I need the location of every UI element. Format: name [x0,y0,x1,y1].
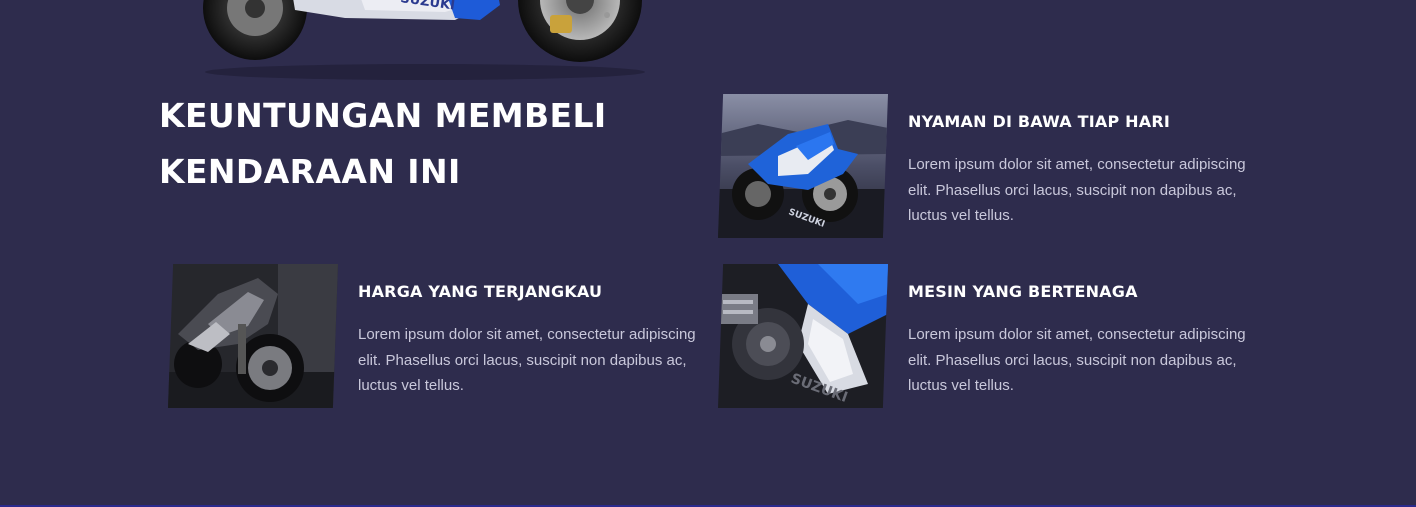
hero-motorcycle-image: SUZUKI [195,0,655,80]
section-title-line1: KEUNTUNGAN MEMBELI [159,96,607,135]
feature-description: Lorem ipsum dolor sit amet, consectetur … [908,326,1246,394]
section-title-line2: KENDARAAN INI [159,152,461,191]
feature-title: MESIN YANG BERTENAGA [908,282,1138,301]
feature-title: HARGA YANG TERJANGKAU [358,282,603,301]
feature-image-engine-closeup: SUZUKI [718,264,888,408]
feature-item-price: HARGA YANG TERJANGKAU Lorem ipsum dolor … [168,264,728,410]
feature-item-comfort: SUZUKI NYAMAN DI BAWA TIAP HARI Lorem ip… [718,94,1278,240]
feature-item-engine: SUZUKI MESIN YANG BERTENAGA Lorem ipsum … [718,264,1278,410]
feature-description: Lorem ipsum dolor sit amet, consectetur … [908,156,1246,224]
feature-image-blue-sportbike: SUZUKI [718,94,888,238]
feature-description: Lorem ipsum dolor sit amet, consectetur … [358,326,696,394]
feature-title: NYAMAN DI BAWA TIAP HARI [908,112,1171,131]
feature-image-black-sportbike [168,264,338,408]
section-title: KEUNTUNGAN MEMBELI KENDARAAN INI [159,88,679,200]
